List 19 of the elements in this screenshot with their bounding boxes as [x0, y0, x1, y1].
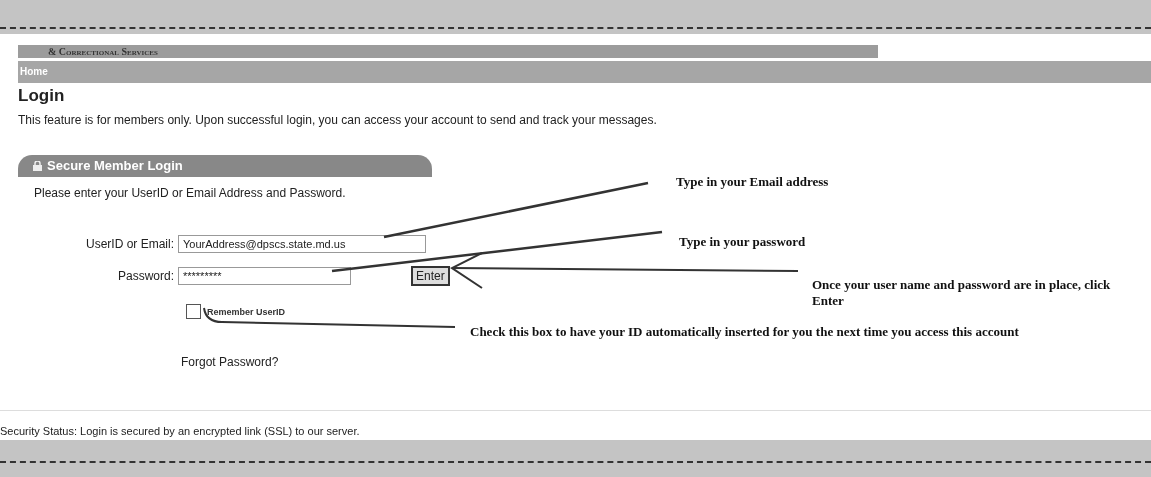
- intro-text: This feature is for members only. Upon successful login, you can access your account to send and track your messages.: [18, 113, 658, 127]
- instruction-text: Please enter your UserID or Email Address and Password.: [34, 186, 346, 200]
- checkbox[interactable]: [186, 304, 201, 319]
- password-field[interactable]: *********: [178, 267, 351, 285]
- annotation-text: Check this box to have your ID automatically inserted for you the next time you access this account: [470, 324, 1020, 340]
- field-label: UserID or Email:: [85, 236, 175, 251]
- userid-field[interactable]: YourAddress@dpscs.state.md.us: [178, 235, 426, 253]
- checkbox-label: Remember UserID: [207, 306, 286, 317]
- field-label: Password:: [116, 269, 175, 283]
- enter-button[interactable]: Enter: [411, 266, 450, 286]
- forgot-password-link[interactable]: Forgot Password?: [181, 355, 279, 369]
- annotation-text: Type in your password: [679, 234, 807, 250]
- panel-title: Secure Member Login: [47, 157, 183, 175]
- agency-banner: & Correctional Services: [18, 45, 878, 58]
- security-status-text: Security Status: Login is secured by an encrypted link (SSL) to our server.: [0, 425, 361, 437]
- annotation-text: Once your user name and password are in place, click Enter: [812, 277, 1112, 309]
- page-title: Login: [18, 86, 66, 106]
- lock-icon: [32, 161, 43, 171]
- annotation-text: Type in your Email address: [676, 174, 830, 190]
